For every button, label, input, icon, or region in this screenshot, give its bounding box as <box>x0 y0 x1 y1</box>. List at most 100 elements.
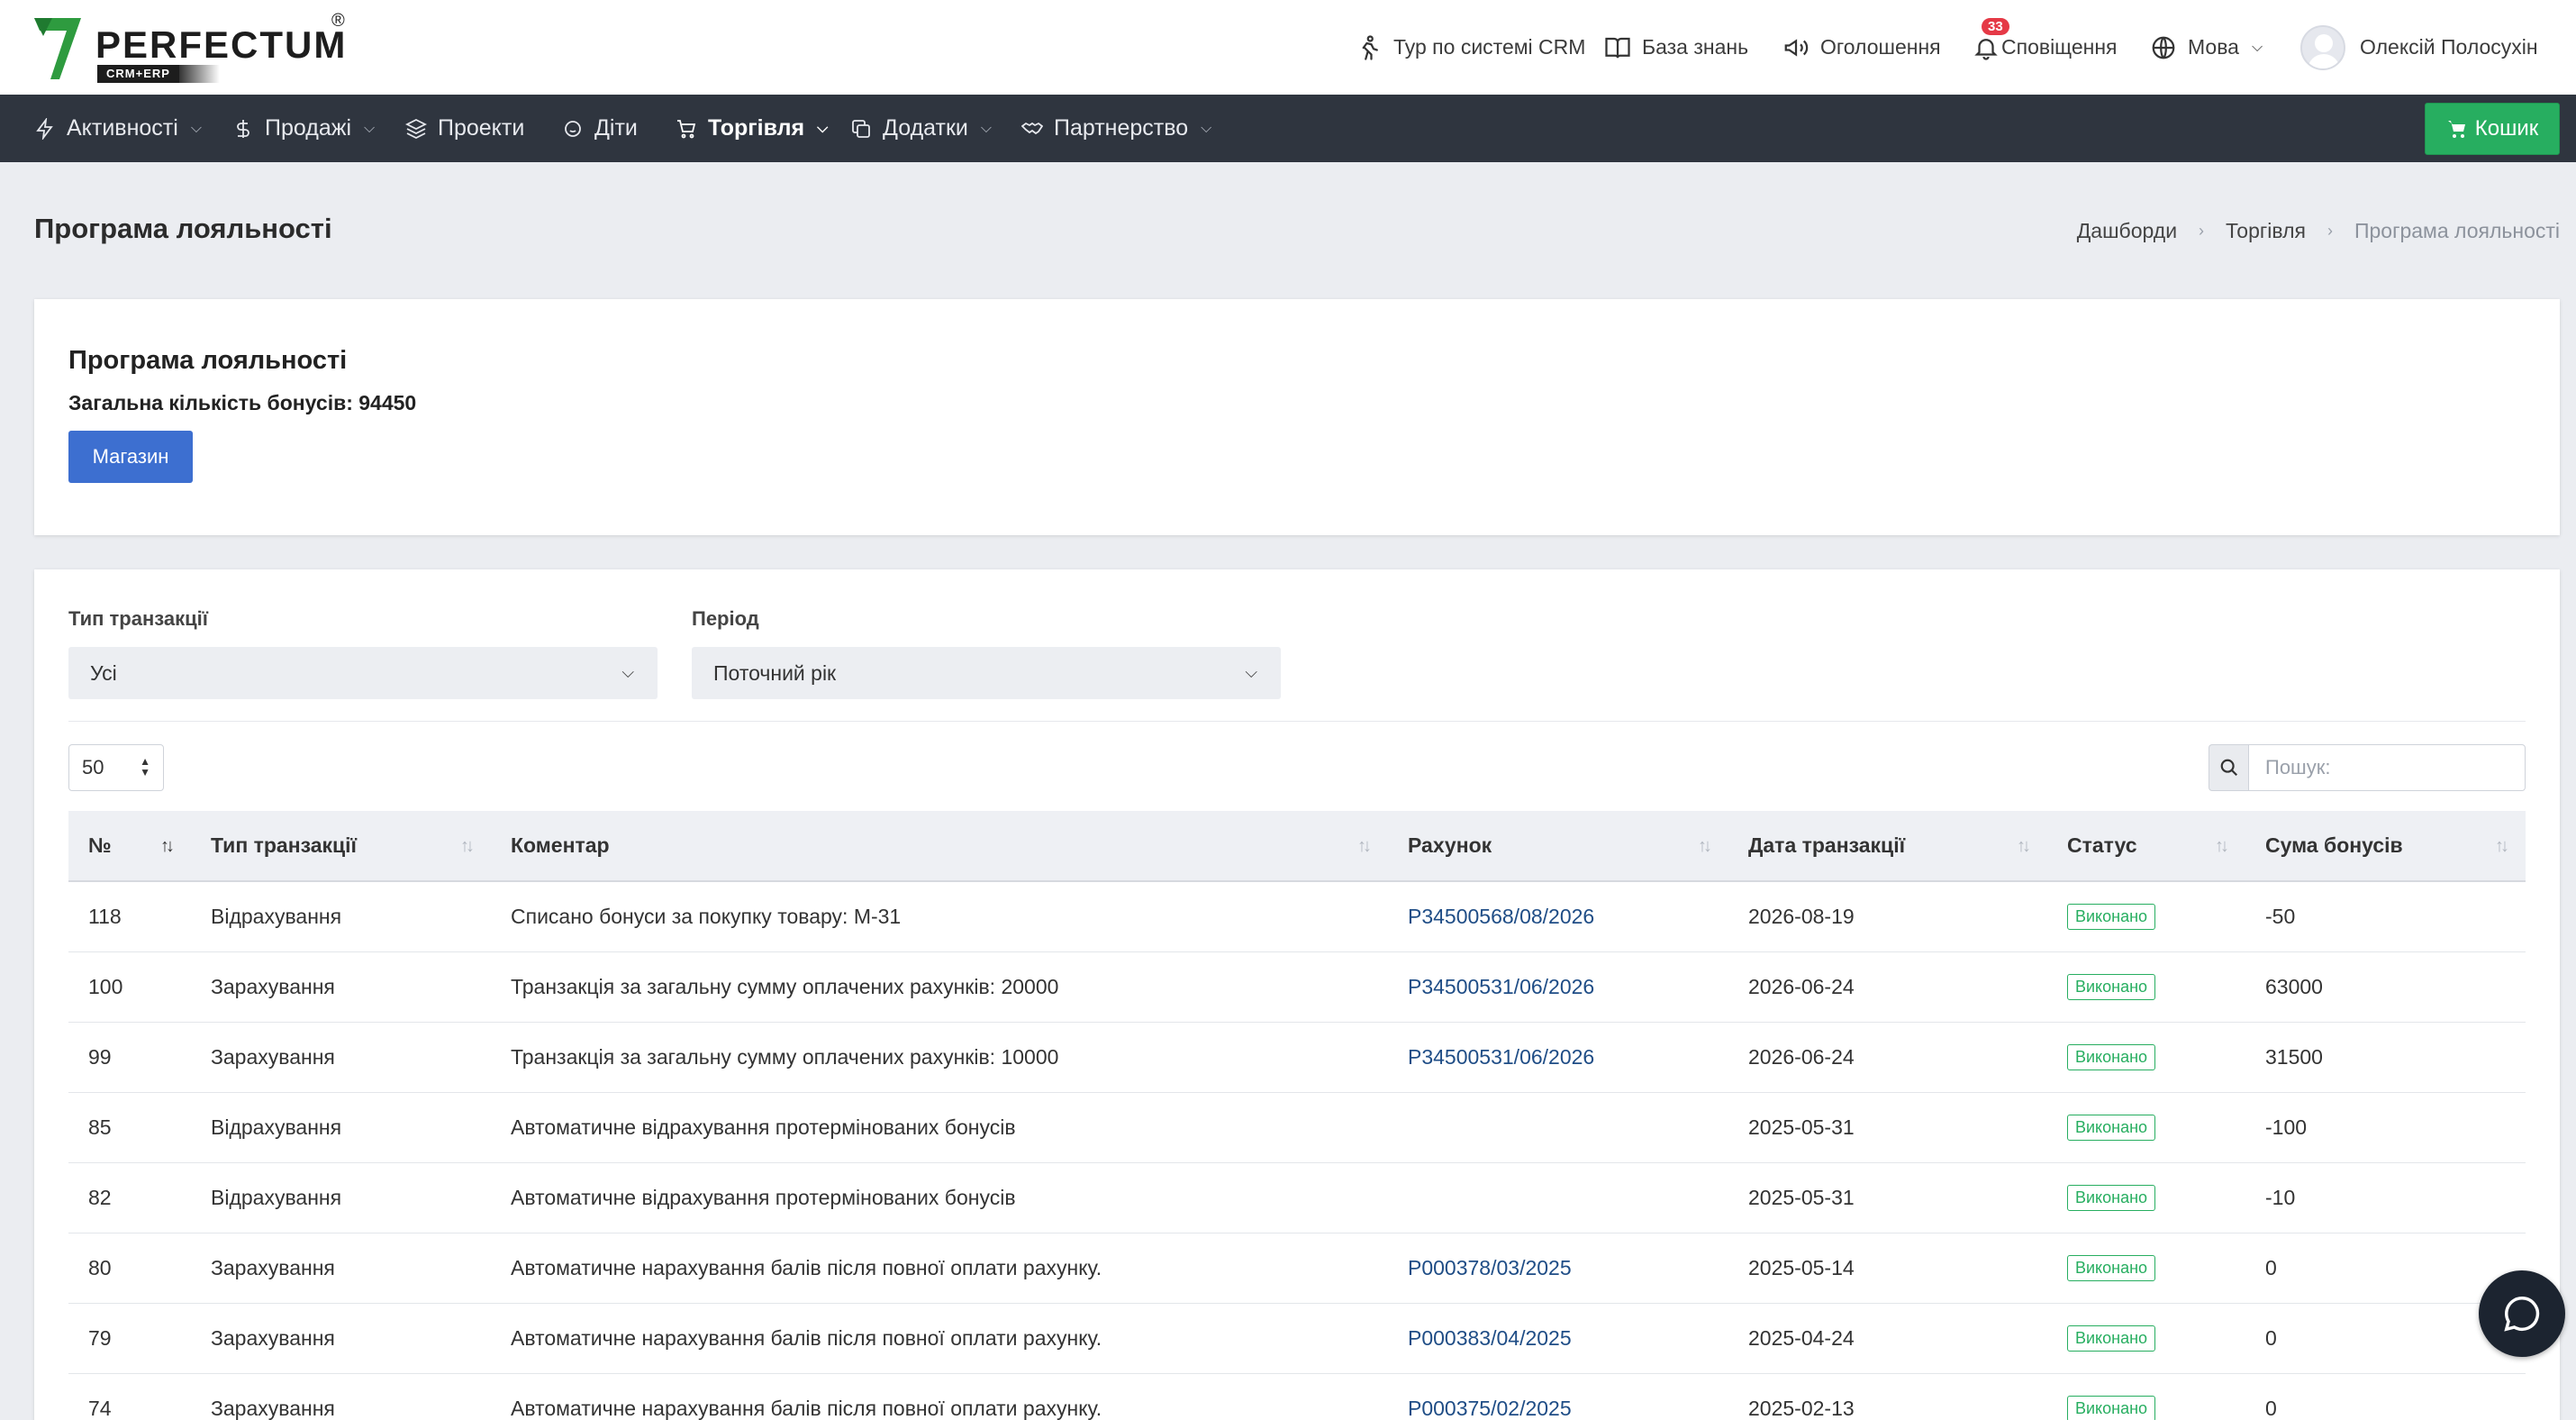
language-label: Мова <box>2188 35 2239 59</box>
copy-icon <box>852 119 870 138</box>
cell-comment: Автоматичне нарахування балів після повн… <box>511 1396 1102 1420</box>
nav-trade-label: Торгівля <box>708 115 805 141</box>
col-invoice[interactable]: Рахунок ↑↓ <box>1388 811 1728 881</box>
knowledge-base-label: База знань <box>1642 35 1749 59</box>
cell-date: 2026-08-19 <box>1748 904 1855 928</box>
cell-sum: -50 <box>2265 904 2296 928</box>
cell-invoice: Р34500531/06/2026 <box>1388 951 1728 1022</box>
cell-date: 2026-06-24 <box>1748 974 1855 998</box>
table-row: 85 Відрахування Автоматичне відрахування… <box>68 1092 2526 1162</box>
invoice-link[interactable]: Р000378/03/2025 <box>1408 1256 1572 1279</box>
tour-link[interactable]: Тур по системі CRM <box>1356 0 1585 95</box>
page-size-select[interactable]: 50 ▲ ▼ <box>68 744 164 791</box>
cell-invoice <box>1388 1092 1728 1162</box>
handshake-icon <box>1021 122 1043 134</box>
col-comment[interactable]: Коментар ↑↓ <box>491 811 1388 881</box>
col-number[interactable]: № ↑↓ <box>68 811 191 881</box>
nav-activities[interactable]: Активності ⌵ <box>34 95 202 162</box>
invoice-link[interactable]: Р000375/02/2025 <box>1408 1397 1572 1420</box>
cell-comment: Списано бонуси за покупку товару: М-31 <box>511 904 902 928</box>
announcements-link[interactable]: Оголошення <box>1782 0 1941 95</box>
cell-number: 80 <box>88 1255 112 1279</box>
nav-addons[interactable]: Додатки ⌵ <box>850 95 992 162</box>
nav-trade[interactable]: Торгівля ⌵ <box>676 95 828 162</box>
invoice-link[interactable]: Р34500568/08/2026 <box>1408 905 1594 928</box>
chevron-down-icon: ⌵ <box>1245 663 1257 681</box>
col-type[interactable]: Тип транзакції ↑↓ <box>191 811 491 881</box>
cell-invoice: Р000378/03/2025 <box>1388 1233 1728 1303</box>
globe-icon <box>2152 36 2175 59</box>
cell-sum: 31500 <box>2265 1044 2323 1069</box>
cell-sum: 63000 <box>2265 974 2323 998</box>
brand-logo[interactable]: PERFECTUM ® CRM+ERP <box>34 11 358 83</box>
cell-invoice <box>1388 1162 1728 1233</box>
cell-type: Відрахування <box>211 1115 342 1139</box>
language-dropdown[interactable]: Мова ⌵ <box>2150 0 2263 95</box>
chevron-right-icon: › <box>2327 222 2333 240</box>
nav-projects[interactable]: Проекти <box>405 95 524 162</box>
shop-button[interactable]: Магазин <box>68 431 193 483</box>
table-header-row: № ↑↓ Тип транзакції ↑↓ Коментар ↑↓ Рахунок ↑… <box>68 811 2526 881</box>
cell-invoice: Р000375/02/2025 <box>1388 1373 1728 1420</box>
chevron-down-icon: ⌵ <box>980 120 993 136</box>
cell-date: 2025-05-31 <box>1748 1185 1855 1209</box>
chevron-down-icon: ⌵ <box>817 120 829 136</box>
sort-icon: ↑↓ <box>460 836 475 856</box>
cell-status: Виконано <box>2047 1162 2245 1233</box>
user-menu[interactable]: Олексій Полосухін <box>2300 0 2538 95</box>
chevron-right-icon: › <box>2199 222 2205 240</box>
notifications-link[interactable]: 33 Сповіщення <box>1973 0 2118 95</box>
col-invoice-label: Рахунок <box>1408 833 1492 857</box>
nav-partnership[interactable]: Партнерство ⌵ <box>1021 95 1211 162</box>
logo-subtitle: CRM+ERP <box>97 65 179 83</box>
top-header: PERFECTUM ® CRM+ERP Тур по системі CRM Б… <box>0 0 2576 95</box>
nav-kids-label: Діти <box>594 115 638 141</box>
transaction-type-select[interactable]: Усі ⌵ <box>68 647 658 699</box>
search-input[interactable] <box>2248 744 2526 791</box>
cell-number: 99 <box>88 1044 112 1069</box>
knowledge-base-link[interactable]: База знань <box>1604 0 1748 95</box>
nav-sales[interactable]: Продажі ⌵ <box>232 95 375 162</box>
filters-divider <box>68 721 2526 722</box>
col-sum[interactable]: Сума бонусів ↑↓ <box>2245 811 2526 881</box>
book-icon <box>1605 37 1630 58</box>
search-button[interactable] <box>2209 744 2248 791</box>
status-badge: Виконано <box>2067 1044 2156 1070</box>
cell-date: 2026-06-24 <box>1748 1044 1855 1069</box>
sort-icon: ↑↓ <box>1357 836 1372 856</box>
nav-addons-label: Додатки <box>883 115 968 141</box>
invoice-link[interactable]: Р34500531/06/2026 <box>1408 1045 1594 1069</box>
dollar-icon <box>237 119 249 138</box>
nav-kids[interactable]: Діти <box>562 95 638 162</box>
table-row: 74 Зарахування Автоматичне нарахування б… <box>68 1373 2526 1420</box>
status-badge: Виконано <box>2067 974 2156 1000</box>
cell-type: Зарахування <box>211 1044 335 1069</box>
breadcrumb-dashboards[interactable]: Дашборди <box>2077 219 2177 243</box>
transactions-table: № ↑↓ Тип транзакції ↑↓ Коментар ↑↓ Рахунок ↑… <box>68 811 2526 1420</box>
bell-icon <box>1974 38 1998 60</box>
cell-type: Зарахування <box>211 974 335 998</box>
nav-partnership-label: Партнерство <box>1054 115 1189 141</box>
cell-invoice: Р34500568/08/2026 <box>1388 881 1728 951</box>
logo-subtitle-fade <box>175 65 220 83</box>
cart-button[interactable]: Кошик <box>2425 103 2560 155</box>
breadcrumb-trade[interactable]: Торгівля <box>2226 219 2306 243</box>
col-date[interactable]: Дата транзакції ↑↓ <box>1728 811 2047 881</box>
status-badge: Виконано <box>2067 1185 2156 1211</box>
sort-arrows-icon: ▲ ▼ <box>140 755 150 778</box>
chat-button[interactable] <box>2479 1270 2565 1357</box>
period-select[interactable]: Поточний рік ⌵ <box>692 647 1281 699</box>
walking-icon <box>1362 34 1378 60</box>
sort-icon: ↑↓ <box>2495 836 2509 856</box>
sort-icon: ↑↓ <box>2215 836 2229 856</box>
cell-number: 100 <box>88 974 123 998</box>
nav-projects-label: Проекти <box>438 115 525 141</box>
transaction-type-label: Тип транзакції <box>68 607 208 630</box>
invoice-link[interactable]: Р34500531/06/2026 <box>1408 975 1594 998</box>
transaction-type-value: Усі <box>90 660 117 685</box>
invoice-link[interactable]: Р000383/04/2025 <box>1408 1326 1572 1350</box>
col-type-label: Тип транзакції <box>211 833 358 857</box>
col-status[interactable]: Статус ↑↓ <box>2047 811 2245 881</box>
cell-date: 2025-05-31 <box>1748 1115 1855 1139</box>
cell-date: 2025-02-13 <box>1748 1396 1855 1420</box>
